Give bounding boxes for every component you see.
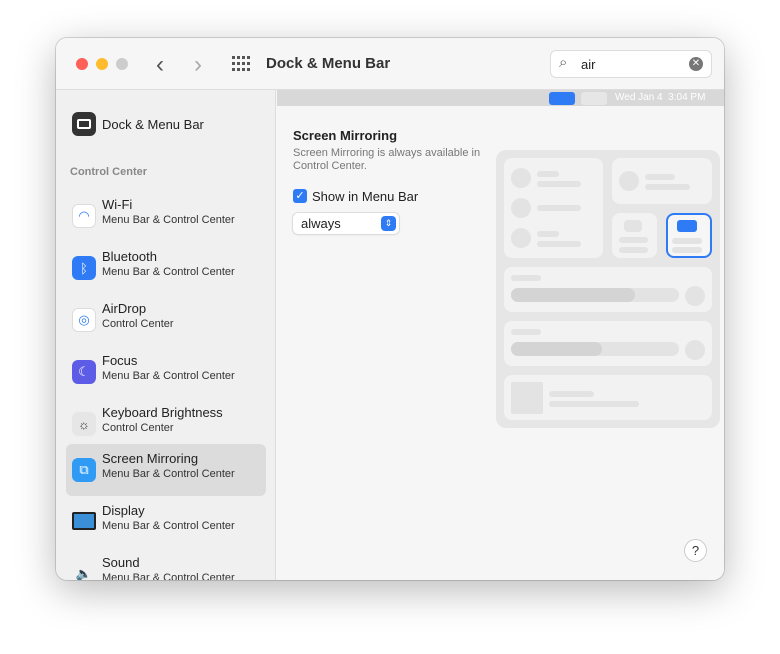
search-icon: ⌕ [559,54,568,71]
sidebar-item-wifi[interactable]: ◠ Wi-Fi Menu Bar & Control Center [66,190,266,242]
visibility-select[interactable]: always ⇕ [293,213,399,234]
back-icon[interactable]: ‹ [156,51,164,79]
select-value: always [301,216,341,231]
sidebar-item-subtitle: Control Center [102,318,174,330]
search-input[interactable]: air [581,57,595,72]
section-description: Screen Mirroring is always available in … [293,147,481,172]
speaker-icon: 🔈 [75,566,93,580]
control-center-preview [496,150,720,428]
control-center-menu-icon [581,92,607,105]
sidebar-item-bluetooth[interactable]: ᛒ Bluetooth Menu Bar & Control Center [66,242,266,294]
search-field[interactable]: ⌕ air ✕ [550,50,712,78]
preferences-window: ‹ › Dock & Menu Bar ⌕ air ✕ Dock & Menu … [56,38,724,580]
menu-bar-preview: Wed Jan 4 3:04 PM [277,90,724,106]
display-icon [72,512,96,530]
sidebar-item-label: Wi-Fi [102,197,133,212]
dock-menu-bar-icon [72,112,96,136]
sidebar-item-subtitle: Menu Bar & Control Center [102,370,235,382]
sidebar: Dock & Menu Bar Control Center ◠ Wi-Fi Men… [56,90,276,580]
forward-icon[interactable]: › [194,51,202,79]
sidebar-item-screen-mirroring[interactable]: ⧉ Screen Mirroring Menu Bar & Control Cent… [66,444,266,496]
screen-mirroring-icon: ⧉ [72,458,96,482]
sidebar-item-keyboard-brightness[interactable]: ☼ Keyboard Brightness Control Center [66,398,266,450]
sidebar-item-subtitle: Menu Bar & Control Center [102,266,235,278]
moon-icon: ☾ [72,360,96,384]
wifi-icon: ◠ [72,204,96,228]
section-header: Control Center [70,166,147,178]
section-heading: Screen Mirroring [293,128,398,143]
airdrop-icon: ◎ [72,308,96,332]
sidebar-item-focus[interactable]: ☾ Focus Menu Bar & Control Center [66,346,266,398]
window-title: Dock & Menu Bar [266,55,391,72]
sidebar-item-sound[interactable]: 🔈 Sound Menu Bar & Control Center [66,548,266,580]
sidebar-item-subtitle: Menu Bar & Control Center [102,214,235,226]
sidebar-item-subtitle: Menu Bar & Control Center [102,572,235,580]
sidebar-item-label: Screen Mirroring [102,451,199,466]
chevron-updown-icon: ⇕ [381,216,396,231]
bluetooth-icon: ᛒ [72,256,96,280]
grid-icon[interactable] [232,56,250,72]
sidebar-item-label: Focus [102,353,138,368]
sidebar-item-subtitle: Control Center [102,422,174,434]
sidebar-item-display[interactable]: Display Menu Bar & Control Center [66,496,266,548]
sidebar-item-subtitle: Menu Bar & Control Center [102,468,235,480]
close-button[interactable] [76,58,88,70]
sidebar-item-subtitle: Menu Bar & Control Center [102,520,235,532]
checkbox-label: Show in Menu Bar [312,189,419,204]
sidebar-item-dock-menu-bar[interactable]: Dock & Menu Bar [66,100,266,152]
zoom-button[interactable] [116,58,128,70]
sidebar-item-label: Bluetooth [102,249,157,264]
show-in-menu-bar-checkbox[interactable]: ✓ [293,189,307,203]
sidebar-item-label: Keyboard Brightness [102,405,223,420]
sidebar-item-label: AirDrop [102,301,147,316]
title-bar: ‹ › Dock & Menu Bar ⌕ air ✕ [56,38,724,90]
sidebar-item-label: Display [102,503,145,518]
menu-bar-clock: Wed Jan 4 3:04 PM [615,92,706,103]
main-pane: Wed Jan 4 3:04 PM Screen Mirroring Scree… [277,90,724,580]
minimize-button[interactable] [96,58,108,70]
help-button[interactable]: ? [685,540,706,561]
screen-mirroring-menu-icon [549,92,575,105]
clear-search-icon[interactable]: ✕ [689,57,703,71]
sidebar-item-label: Dock & Menu Bar [102,117,204,132]
sidebar-item-airdrop[interactable]: ◎ AirDrop Control Center [66,294,266,346]
brightness-icon: ☼ [72,412,96,436]
sidebar-item-label: Sound [102,555,140,570]
